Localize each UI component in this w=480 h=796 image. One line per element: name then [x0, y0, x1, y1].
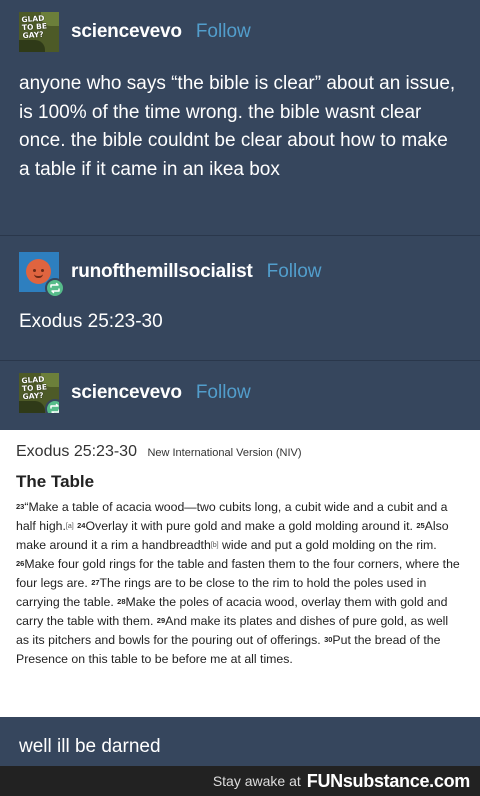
blog-name[interactable]: sciencevevo — [71, 382, 182, 404]
verse-number: 30 — [324, 635, 333, 644]
post-body: Exodus 25:23-30 — [19, 311, 163, 332]
blog-name[interactable]: sciencevevo — [71, 21, 182, 43]
watermark-prefix: Stay awake at — [212, 773, 301, 789]
post-divider — [0, 360, 480, 361]
reblog-icon — [45, 399, 59, 413]
blog-name[interactable]: runofthemillsocialist — [71, 261, 253, 283]
verse-number: 28 — [117, 597, 126, 606]
verse-number: 23 — [16, 502, 25, 511]
post-header: GLAD TO BE GAY? sciencevevo Follow — [19, 373, 251, 413]
verse-text: wide and put a gold molding on the rim. — [218, 538, 437, 552]
mouth-icon — [34, 274, 43, 278]
avatar-leaf — [19, 40, 45, 52]
post-divider — [0, 235, 480, 236]
verse-text: Overlay it with pure gold and make a gol… — [85, 519, 413, 533]
avatar[interactable] — [19, 252, 65, 298]
passage-body: 23“Make a table of acacia wood—two cubit… — [16, 498, 464, 669]
passage-title-row: Exodus 25:23-30 New International Versio… — [16, 443, 464, 461]
avatar-text: GLAD TO BE GAY? — [21, 374, 48, 402]
verse-number: 24 — [77, 521, 86, 530]
watermark-bar: Stay awake at FUNsubstance.com — [0, 766, 480, 796]
watermark-logo[interactable]: FUNsubstance.com — [306, 770, 471, 792]
post-header: runofthemillsocialist Follow — [19, 252, 322, 298]
passage-version: New International Version (NIV) — [147, 447, 302, 459]
follow-button[interactable]: Follow — [267, 261, 322, 283]
verse-number: 25 — [416, 521, 425, 530]
follow-button[interactable]: Follow — [196, 382, 251, 404]
verse-number: 29 — [156, 616, 166, 625]
passage-reference: Exodus 25:23-30 — [16, 443, 137, 460]
eye-icon — [33, 269, 36, 272]
avatar-leaf — [19, 401, 45, 413]
watermark-brand-rest: substance.com — [342, 770, 470, 791]
post-body: anyone who says “the bible is clear” abo… — [19, 73, 456, 180]
avatar-text: GLAD TO BE GAY? — [21, 13, 48, 41]
footnote-link[interactable]: [b] — [211, 542, 219, 549]
post-body: well ill be darned — [19, 736, 161, 757]
passage-heading: The Table — [16, 472, 95, 491]
avatar[interactable]: GLAD TO BE GAY? — [19, 12, 59, 52]
avatar[interactable]: GLAD TO BE GAY? — [19, 373, 59, 413]
eye-icon — [41, 269, 44, 272]
follow-button[interactable]: Follow — [196, 21, 251, 43]
verse-number: 27 — [91, 578, 100, 587]
footnote-link[interactable]: [a] — [66, 523, 74, 530]
reblog-icon — [45, 278, 65, 298]
post-header: GLAD TO BE GAY? sciencevevo Follow — [19, 12, 251, 52]
watermark-brand-fun: FUN — [306, 770, 343, 791]
verse-number: 26 — [16, 559, 25, 568]
bible-passage: Exodus 25:23-30 New International Versio… — [0, 430, 480, 717]
